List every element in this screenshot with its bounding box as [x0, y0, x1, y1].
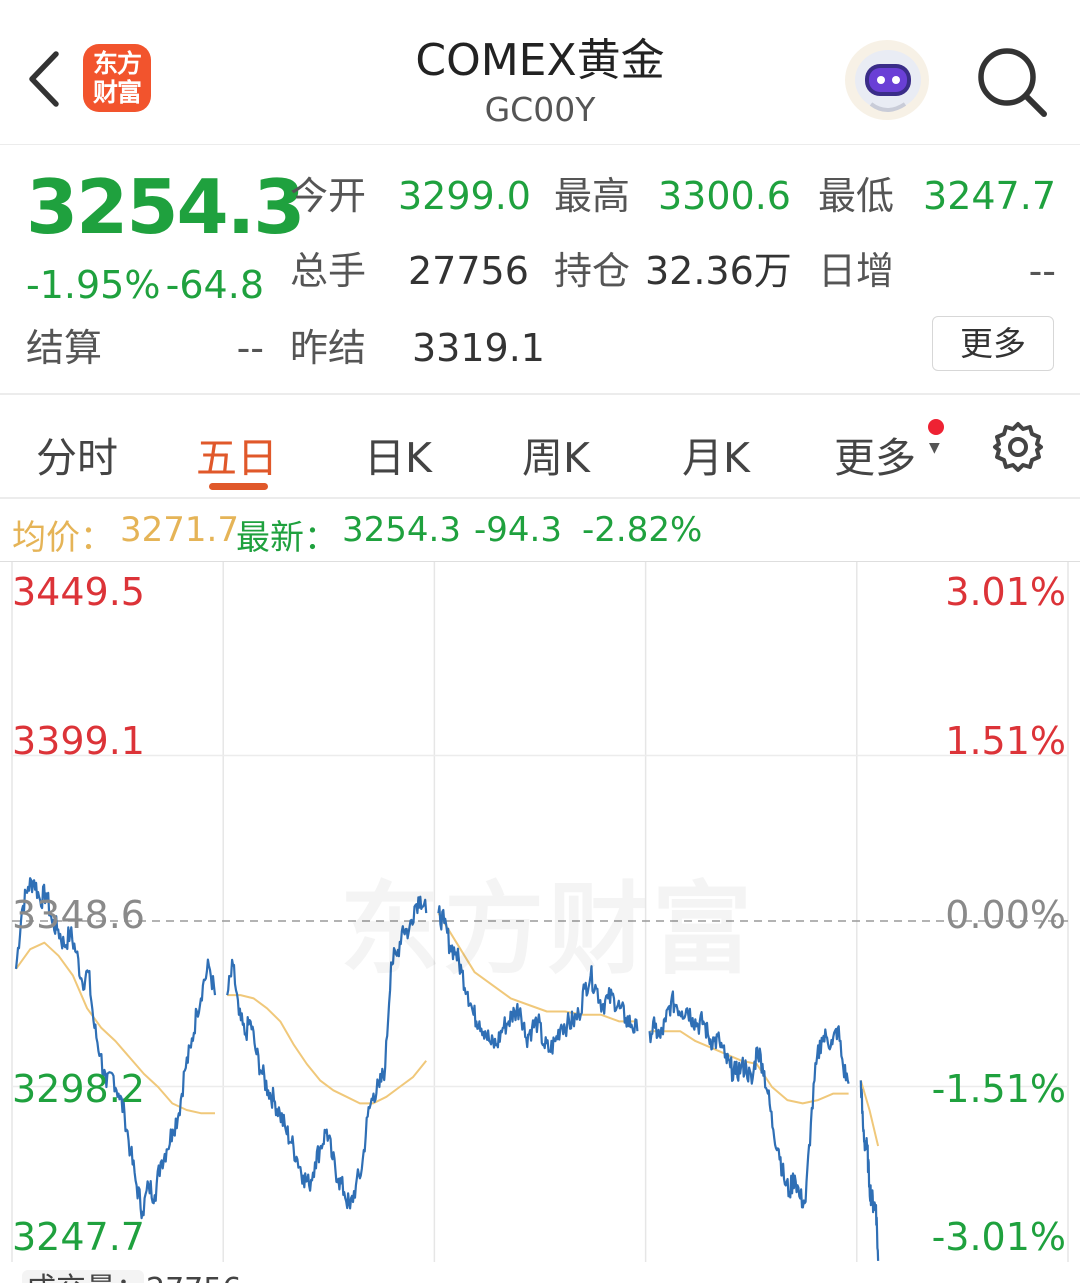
latest-value: 3254.3	[342, 510, 461, 550]
gear-icon[interactable]	[991, 420, 1045, 474]
prev-settle-label: 昨结	[290, 326, 367, 370]
tab-more[interactable]: 更多	[834, 424, 916, 484]
daily-increase-label: 日增	[818, 249, 895, 293]
active-tab-indicator	[209, 483, 268, 490]
volume-label: 成交量：27756	[26, 1264, 241, 1283]
y-tick-left: 3399.1	[12, 719, 145, 763]
watermark: 东方财富	[340, 848, 756, 993]
tab-five-day[interactable]: 五日	[196, 424, 278, 484]
high-label: 最高	[554, 174, 631, 218]
y-tick-left: 3247.7	[12, 1215, 145, 1259]
change-amount: -64.8	[165, 263, 264, 307]
last-price: 3254.3	[26, 163, 305, 251]
open-label: 今开	[290, 174, 367, 218]
avg-price-value: 3271.7	[120, 510, 239, 550]
tab-daily-k[interactable]: 日K	[364, 424, 432, 484]
y-tick-right: 1.51%	[945, 719, 1066, 763]
y-tick-right: -1.51%	[931, 1067, 1066, 1111]
volume-panel-header: 成交量：27756	[0, 1262, 1080, 1283]
open-interest-label: 持仓	[554, 249, 631, 293]
header-bar: 东方 财富 COMEX黄金 GC00Y	[0, 0, 1080, 145]
tab-intraday[interactable]: 分时	[36, 424, 118, 484]
notification-dot-icon	[928, 419, 944, 435]
daily-increase-value: --	[1028, 249, 1056, 293]
latest-label: 最新：	[236, 518, 338, 558]
prev-settle-value: 3319.1	[412, 326, 545, 370]
avg-price-label: 均价：	[12, 518, 114, 558]
tab-monthly-k[interactable]: 月K	[682, 424, 750, 484]
high-value: 3300.6	[658, 174, 791, 218]
search-icon[interactable]	[972, 42, 1050, 120]
settle-value: --	[236, 326, 264, 370]
y-tick-left: 3348.6	[12, 893, 145, 937]
y-tick-left: 3298.2	[12, 1067, 145, 1111]
open-value: 3299.0	[398, 174, 531, 218]
divider	[0, 497, 1080, 499]
latest-change-percent: -2.82%	[582, 510, 703, 550]
latest-change: -94.3	[474, 510, 562, 550]
settle-label: 结算	[26, 326, 103, 370]
volume-label: 总手	[290, 249, 367, 293]
y-tick-right: 0.00%	[945, 893, 1066, 937]
y-tick-right: -3.01%	[931, 1215, 1066, 1259]
volume-value: 27756	[408, 249, 529, 293]
divider	[0, 393, 1080, 395]
more-details-button[interactable]: 更多	[932, 316, 1054, 371]
open-interest-value: 32.36万	[645, 249, 792, 293]
tab-weekly-k[interactable]: 周K	[522, 424, 590, 484]
y-tick-right: 3.01%	[945, 570, 1066, 614]
change-percent: -1.95%	[26, 263, 161, 307]
low-value: 3247.7	[923, 174, 1056, 218]
chevron-down-icon: ▼	[929, 440, 940, 456]
ai-assistant-robot-icon[interactable]	[843, 38, 931, 122]
y-tick-left: 3449.5	[12, 570, 145, 614]
low-label: 最低	[818, 174, 895, 218]
